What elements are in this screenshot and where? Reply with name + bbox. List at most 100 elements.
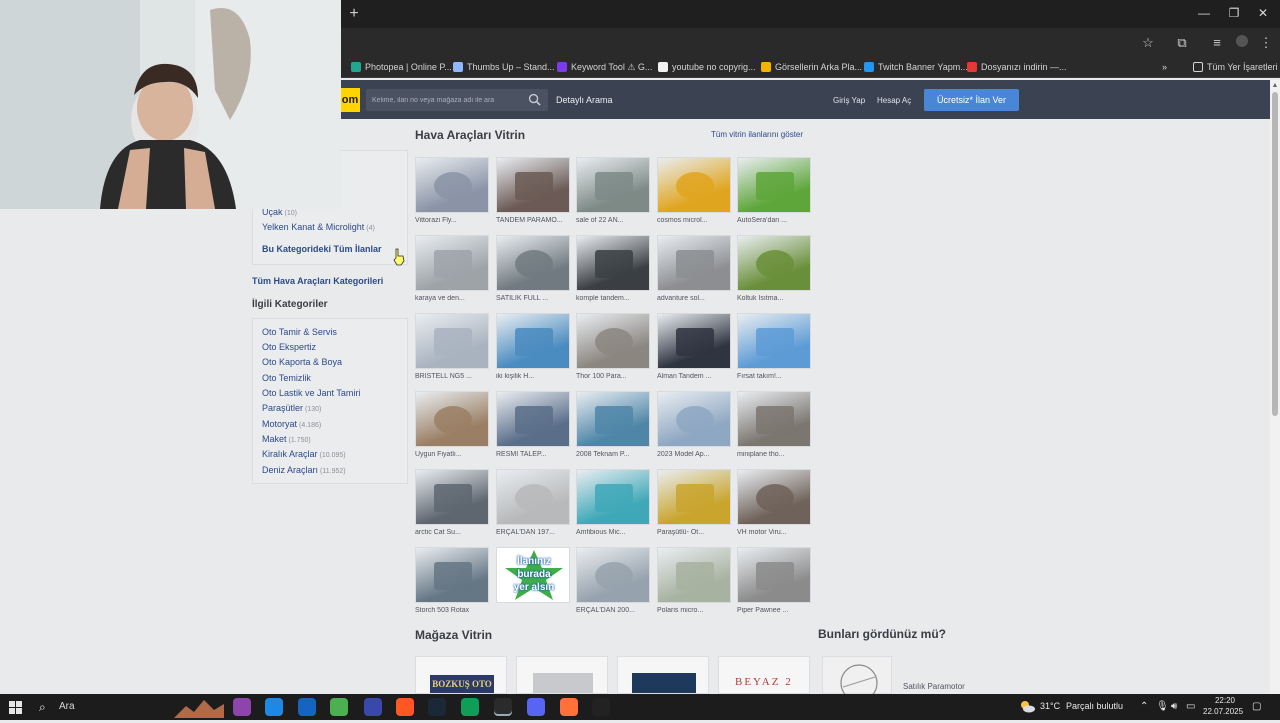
profile-icon[interactable] [1234, 35, 1250, 51]
vitrin-item-thumbnail[interactable] [415, 313, 489, 369]
network-icon[interactable]: ▭ [1186, 701, 1195, 712]
site-logo[interactable]: om [340, 88, 360, 112]
vitrin-item-thumbnail[interactable] [737, 469, 811, 525]
new-tab-button[interactable]: + [346, 5, 362, 23]
taskbar-search-icon[interactable]: ⌕ [39, 700, 46, 715]
store-tile[interactable] [617, 656, 709, 694]
discord-icon[interactable] [527, 698, 545, 716]
vitrin-item-thumbnail[interactable] [496, 313, 570, 369]
vitrin-item-thumbnail[interactable]: İlanınız burada yer alsın [496, 547, 570, 603]
restore-button[interactable]: ❐ [1224, 6, 1244, 20]
vitrin-item-thumbnail[interactable] [576, 391, 650, 447]
category-link[interactable]: Yelken Kanat & Microlight (4) [262, 222, 375, 232]
weather-temperature[interactable]: 31°C [1040, 701, 1060, 711]
vitrin-item-thumbnail[interactable] [415, 235, 489, 291]
vitrin-item-thumbnail[interactable] [657, 235, 731, 291]
store-tile[interactable]: BEYAZ 2 [718, 656, 810, 694]
vitrin-item-thumbnail[interactable] [576, 157, 650, 213]
vitrin-item-caption[interactable]: AutoSera'dan ... [737, 217, 817, 224]
vitrin-item-caption[interactable]: SATILIK FULL ... [496, 295, 576, 302]
clock-time[interactable]: 22:20 [1212, 696, 1238, 705]
search-highlight-icon[interactable] [174, 698, 224, 718]
vitrin-item-thumbnail[interactable] [737, 157, 811, 213]
vitrin-item-thumbnail[interactable] [657, 547, 731, 603]
vitrin-item-thumbnail[interactable] [657, 391, 731, 447]
obs-icon[interactable] [592, 698, 610, 716]
taskbar-search[interactable]: Ara [59, 701, 75, 712]
vitrin-item-caption[interactable]: iki kişilik H... [496, 373, 576, 380]
vitrin-item-caption[interactable]: Vittorazi Fly... [415, 217, 495, 224]
post-ad-button[interactable]: Ücretsiz* İlan Ver [924, 89, 1019, 111]
microphone-icon[interactable]: 🎙︎ [1156, 701, 1169, 712]
vitrin-item-caption[interactable]: RESMİ TALEP... [496, 451, 576, 458]
related-category-link[interactable]: Kiralık Araçlar (10.095) [262, 449, 346, 459]
vitrin-item-thumbnail[interactable] [496, 391, 570, 447]
related-category-link[interactable]: Oto Tamir & Servis [262, 327, 339, 337]
vitrin-item-caption[interactable]: Amfibious Mic... [576, 529, 656, 536]
media-icon[interactable]: ≡ [1209, 35, 1225, 51]
vitrin-item-caption[interactable]: 2023 Model Ap... [657, 451, 737, 458]
search-icon[interactable] [528, 93, 541, 106]
bookmark-item[interactable]: Keyword Tool ⚠ G... [557, 60, 652, 74]
vitrin-item-thumbnail[interactable] [496, 157, 570, 213]
vitrin-item-thumbnail[interactable] [576, 547, 650, 603]
vitrin-item-thumbnail[interactable] [657, 157, 731, 213]
office-icon[interactable] [330, 698, 348, 716]
bookmark-item[interactable]: Dosyanızı indirin —... [967, 60, 1067, 74]
vitrin-item-caption[interactable]: ERÇAL'DAN 197... [496, 529, 576, 536]
vitrin-item-thumbnail[interactable] [415, 469, 489, 525]
search-box[interactable] [366, 89, 548, 111]
extensions-icon[interactable]: ⧉ [1174, 35, 1190, 51]
vitrin-item-caption[interactable]: VH motor Viru... [737, 529, 817, 536]
detailed-search-link[interactable]: Detaylı Arama [556, 95, 613, 105]
vitrin-item-thumbnail[interactable] [415, 391, 489, 447]
store-icon[interactable] [298, 698, 316, 716]
store-tile[interactable] [516, 656, 608, 694]
related-category-link[interactable]: Maket (1.750) [262, 434, 311, 444]
scrollbar-thumb[interactable] [1272, 92, 1278, 416]
vitrin-item-caption[interactable]: Koltuk Isıtma... [737, 295, 817, 302]
vitrin-item-thumbnail[interactable] [737, 391, 811, 447]
vitrin-item-caption[interactable]: miniplane tho... [737, 451, 817, 458]
vitrin-item-caption[interactable]: Alman Tandem ... [657, 373, 737, 380]
brave-icon[interactable] [396, 698, 414, 716]
weather-description[interactable]: Parçalı bulutlu [1066, 701, 1123, 711]
all-bookmarks-button[interactable]: Tüm Yer İşaretleri [1193, 60, 1278, 74]
minimize-button[interactable]: — [1194, 6, 1214, 20]
vitrin-item-thumbnail[interactable] [657, 313, 731, 369]
bookmarks-more-button[interactable]: » [1162, 60, 1167, 74]
related-category-link[interactable]: Oto Temizlik [262, 373, 313, 383]
vitrin-item-thumbnail[interactable] [415, 157, 489, 213]
seen-item-thumbnail[interactable] [822, 656, 892, 702]
vitrin-item-thumbnail[interactable] [496, 469, 570, 525]
tray-overflow-icon[interactable]: ⌃ [1140, 701, 1148, 712]
vitrin-item-caption[interactable]: Uygun Fiyatlı... [415, 451, 495, 458]
vitrin-item-thumbnail[interactable] [737, 313, 811, 369]
clock-date[interactable]: 22.07.2025 [1203, 707, 1243, 716]
all-in-category-link[interactable]: Bu Kategorideki Tüm İlanlar [262, 244, 382, 254]
related-category-link[interactable]: Oto Kaporta & Boya [262, 357, 344, 367]
signup-link[interactable]: Hesap Aç [877, 96, 911, 105]
vitrin-item-caption[interactable]: BRISTELL NG5 ... [415, 373, 495, 380]
firefox-icon[interactable] [560, 698, 578, 716]
vitrin-item-thumbnail[interactable] [576, 235, 650, 291]
edge-icon[interactable] [461, 698, 479, 716]
vitrin-item-thumbnail[interactable] [415, 547, 489, 603]
bookmark-item[interactable]: Thumbs Up – Stand... [453, 60, 555, 74]
bookmark-item[interactable]: youtube no copyrig... [658, 60, 756, 74]
related-category-link[interactable]: Oto Ekspertiz [262, 342, 318, 352]
vitrin-item-caption[interactable]: Paraşütlü- Ot... [657, 529, 737, 536]
notifications-icon[interactable]: ▢ [1252, 701, 1261, 712]
bookmark-item[interactable]: Photopea | Online P... [351, 60, 452, 74]
store-tile[interactable]: BOZKUŞ OTO [415, 656, 507, 694]
vitrin-item-caption[interactable]: cosmos microl... [657, 217, 737, 224]
all-aircraft-categories-link[interactable]: Tüm Hava Araçları Kategorileri [252, 276, 383, 286]
chrome-icon[interactable] [494, 698, 512, 716]
weather-icon[interactable] [1019, 699, 1035, 713]
copilot-icon[interactable] [233, 698, 251, 716]
close-button[interactable]: ✕ [1253, 6, 1273, 20]
seen-item-caption[interactable]: Satılık Paramotor [903, 682, 965, 691]
vitrin-item-thumbnail[interactable] [737, 547, 811, 603]
star-icon[interactable]: ☆ [1140, 35, 1156, 51]
scroll-up-icon[interactable]: ▲ [1271, 82, 1279, 89]
